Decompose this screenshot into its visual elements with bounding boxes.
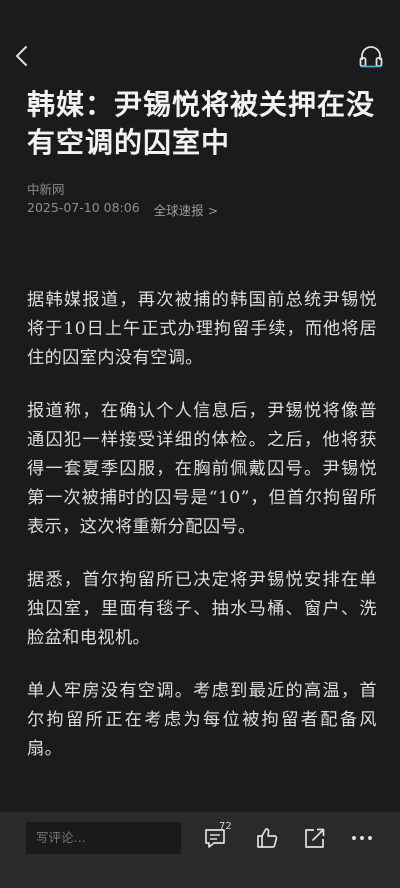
- publish-datetime: 2025-07-10 08:06: [27, 200, 140, 215]
- bottom-action-bar: 写评论… 72: [0, 812, 400, 888]
- article-paragraph: 据韩媒报道，再次被捕的韩国前总统尹锡悦将于10日上午正式办理拘留手续，而他将居住…: [27, 290, 377, 368]
- article-meta: 2025-07-10 08:06 全球速报 >: [27, 200, 218, 219]
- article-paragraph: 单人牢房没有空调。考虑到最近的高温，首尔拘留所正在考虑为每位被拘留者配备风扇。: [27, 681, 377, 759]
- back-arrow-icon[interactable]: [12, 44, 34, 68]
- headphones-icon[interactable]: [358, 44, 384, 68]
- article-source[interactable]: 中新网: [27, 179, 65, 198]
- thumbs-up-icon[interactable]: [254, 826, 280, 850]
- top-bar: [0, 0, 400, 80]
- share-icon[interactable]: [302, 826, 328, 850]
- article-paragraph: 报道称，在确认个人信息后，尹锡悦将像普通囚犯一样接受详细的体检。之后，他将获得一…: [27, 401, 377, 537]
- article-body: 据韩媒报道，再次被捕的韩国前总统尹锡悦将于10日上午正式办理拘留手续，而他将居住…: [27, 286, 377, 788]
- comment-input[interactable]: 写评论…: [26, 822, 181, 854]
- article-paragraph: 据悉，首尔拘留所已决定将尹锡悦安排在单独囚室，里面有毯子、抽水马桶、窗户、洗脸盆…: [27, 570, 377, 648]
- channel-link[interactable]: 全球速报 >: [154, 200, 218, 219]
- comment-count: 72: [219, 821, 232, 832]
- article-title: 韩媒：尹锡悦将被关押在没有空调的囚室中: [27, 88, 376, 159]
- more-dots-icon[interactable]: [349, 826, 375, 850]
